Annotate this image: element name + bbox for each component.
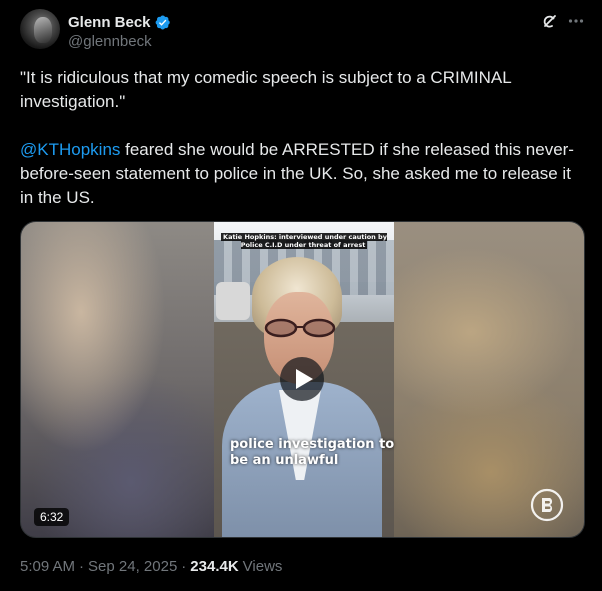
video-person-glasses bbox=[264, 318, 336, 338]
video-duration: 6:32 bbox=[34, 508, 70, 526]
video-subtitle: police investigation to be an unlawful bbox=[230, 437, 395, 468]
play-button[interactable] bbox=[280, 357, 324, 401]
video-player[interactable]: Katie Hopkins: interviewed under caution… bbox=[20, 221, 585, 538]
tweet-paragraph-1: "It is ridiculous that my comedic speech… bbox=[20, 68, 512, 111]
tweet-paragraph-2: @KTHopkins feared she would be ARRESTED … bbox=[20, 138, 585, 210]
tweet: Glenn Beck @glennbeck "It is ridiculous … bbox=[0, 0, 602, 591]
video-car bbox=[216, 282, 250, 320]
views-count: 234.4K bbox=[190, 558, 239, 575]
video-caption-top: Katie Hopkins: interviewed under caution… bbox=[214, 233, 394, 249]
tweet-date[interactable]: Sep 24, 2025 bbox=[88, 558, 177, 575]
tweet-meta: 5:09 AM · Sep 24, 2025 · 234.4K Views bbox=[20, 558, 282, 575]
more-icon[interactable] bbox=[567, 12, 585, 30]
blaze-logo-icon bbox=[530, 488, 564, 522]
verified-badge-icon[interactable] bbox=[154, 14, 171, 31]
avatar-face bbox=[34, 17, 52, 43]
video-blur-left bbox=[21, 222, 216, 537]
tweet-text: "It is ridiculous that my comedic speech… bbox=[20, 66, 585, 210]
views-label: Views bbox=[242, 558, 283, 575]
video-caption-top-text: Katie Hopkins: interviewed under caution… bbox=[221, 233, 387, 249]
meta-separator: · bbox=[79, 558, 85, 575]
tweet-time[interactable]: 5:09 AM bbox=[20, 558, 75, 575]
author-display-name[interactable]: Glenn Beck bbox=[68, 14, 151, 31]
avatar[interactable] bbox=[20, 9, 60, 49]
author-handle[interactable]: @glennbeck bbox=[68, 33, 152, 50]
meta-separator: · bbox=[181, 558, 187, 575]
mention-link[interactable]: @KTHopkins bbox=[20, 140, 120, 159]
grok-icon[interactable] bbox=[541, 12, 559, 30]
play-icon bbox=[296, 369, 313, 389]
author-name-row: Glenn Beck bbox=[68, 12, 171, 32]
